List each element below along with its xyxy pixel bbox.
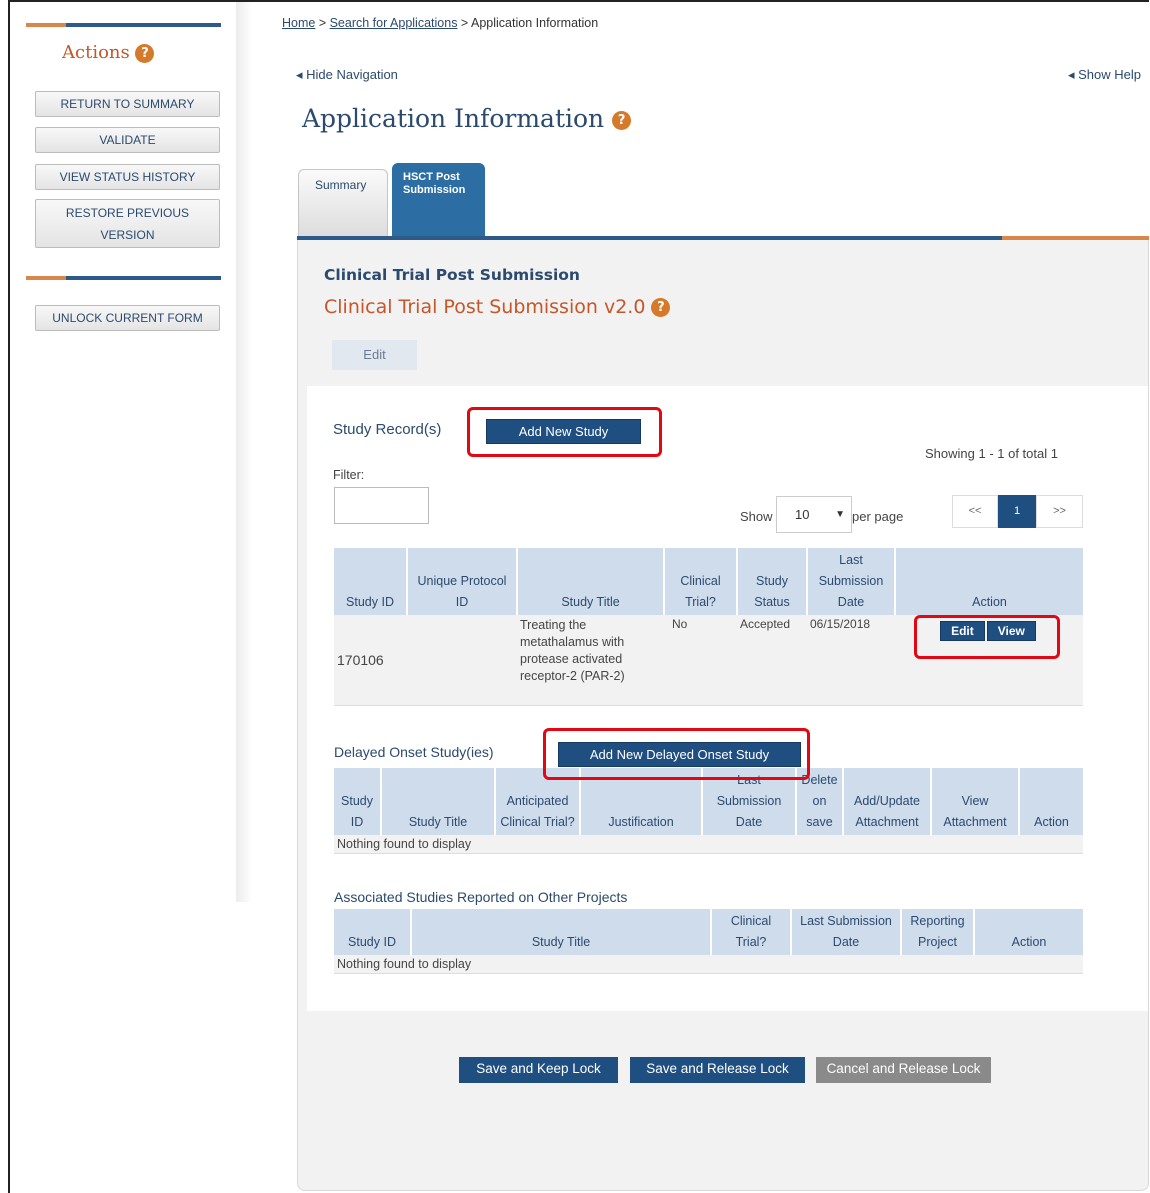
col-study-id: Study ID <box>334 768 381 835</box>
per-page-label: per page <box>852 509 904 524</box>
cell-study-status: Accepted <box>737 615 807 706</box>
form-version-text: Clinical Trial Post Submission v2.0 <box>324 296 646 318</box>
cell-protocol-id <box>407 615 517 706</box>
help-icon[interactable]: ? <box>135 43 155 63</box>
restore-previous-version-button[interactable]: RESTORE PREVIOUS VERSION <box>35 199 220 248</box>
view-status-history-button[interactable]: VIEW STATUS HISTORY <box>35 164 220 190</box>
col-last-submission: Last Submission Date <box>806 548 895 615</box>
cell-study-id: 170106 <box>334 615 407 706</box>
per-page-value: 10 <box>795 507 810 522</box>
save-and-release-lock-button[interactable]: Save and Release Lock <box>630 1057 805 1083</box>
col-action: Action <box>973 909 1083 955</box>
col-view-attachment: View Attachment <box>930 768 1019 835</box>
col-study-id: Study ID <box>334 548 407 615</box>
col-clinical-trial: Clinical Trial? <box>710 909 791 955</box>
col-study-title: Study Title <box>410 909 711 955</box>
study-records-label: Study Record(s) <box>333 421 442 438</box>
form-title: Clinical Trial Post Submission <box>324 266 580 284</box>
show-label: Show <box>740 509 773 524</box>
actions-heading: Actions ? <box>62 42 155 63</box>
page-title: Application Information ? <box>302 104 632 133</box>
tab-summary[interactable]: Summary <box>298 169 388 238</box>
chevron-down-icon: ▼ <box>835 509 845 520</box>
edit-form-button[interactable]: Edit <box>332 340 417 370</box>
tab-underline <box>297 236 1149 240</box>
restore-line-2: VERSION <box>100 228 155 242</box>
col-study-title: Study Title <box>516 548 664 615</box>
empty-row: Nothing found to display <box>334 955 1083 974</box>
table-header-row: Study ID Unique Protocol ID Study Title … <box>334 548 1083 615</box>
delayed-onset-label: Delayed Onset Study(ies) <box>334 744 494 760</box>
col-action: Action <box>1018 768 1083 835</box>
tab-hsct-line-1: HSCT Post <box>403 171 460 183</box>
associated-studies-table: Study ID Study Title Clinical Trial? Las… <box>334 909 1083 974</box>
restore-line-1: RESTORE PREVIOUS <box>65 206 190 220</box>
col-study-title: Study Title <box>380 768 495 835</box>
validate-button[interactable]: VALIDATE <box>35 127 220 153</box>
breadcrumb-sep: > <box>457 16 472 30</box>
col-reporting-project: Reporting Project <box>900 909 974 955</box>
empty-message: Nothing found to display <box>334 955 1083 974</box>
breadcrumb-search[interactable]: Search for Applications <box>330 16 458 30</box>
cell-study-title: Treating the metathalamus with protease … <box>517 615 664 706</box>
filter-input[interactable] <box>334 487 429 524</box>
pager-next[interactable]: >> <box>1036 495 1083 528</box>
breadcrumb-sep: > <box>315 16 330 30</box>
show-help-link[interactable]: ◂ Show Help <box>1068 67 1141 83</box>
col-protocol-id: Unique Protocol ID <box>406 548 517 615</box>
col-study-status: Study Status <box>736 548 807 615</box>
highlight-box <box>467 407 662 457</box>
associated-studies-label: Associated Studies Reported on Other Pro… <box>334 889 628 905</box>
help-icon[interactable]: ? <box>651 298 671 317</box>
page-title-text: Application Information <box>302 104 605 133</box>
tab-hsct-post-submission[interactable]: HSCT Post Submission <box>392 163 485 238</box>
save-and-keep-lock-button[interactable]: Save and Keep Lock <box>459 1057 618 1083</box>
sidebar-divider <box>26 23 221 27</box>
col-clinical-trial: Clinical Trial? <box>663 548 737 615</box>
table-header-row: Study ID Study Title Clinical Trial? Las… <box>334 909 1083 955</box>
showing-count: Showing 1 - 1 of total 1 <box>925 446 1058 461</box>
cancel-and-release-lock-button[interactable]: Cancel and Release Lock <box>816 1057 991 1083</box>
sidebar-divider-2 <box>26 276 221 280</box>
breadcrumb-current: Application Information <box>471 16 599 30</box>
delayed-onset-table: Study ID Study Title Anticipated Clinica… <box>334 768 1083 854</box>
highlight-box <box>543 728 810 780</box>
col-study-id: Study ID <box>334 909 411 955</box>
empty-row: Nothing found to display <box>334 835 1083 854</box>
filter-label: Filter: <box>333 468 365 482</box>
form-version-title: Clinical Trial Post Submission v2.0 ? <box>324 296 671 318</box>
unlock-current-form-button[interactable]: UNLOCK CURRENT FORM <box>35 305 220 331</box>
empty-message: Nothing found to display <box>334 835 1083 854</box>
pager-prev[interactable]: << <box>952 495 998 528</box>
help-icon[interactable]: ? <box>612 111 632 130</box>
col-last-submission: Last Submission Date <box>790 909 901 955</box>
cell-last-submission: 06/15/2018 <box>807 615 895 706</box>
col-action: Action <box>894 548 1083 615</box>
per-page-select[interactable]: 10 ▼ <box>776 496 852 533</box>
breadcrumb: Home > Search for Applications > Applica… <box>282 16 598 30</box>
tab-hsct-line-2: Submission <box>403 184 466 196</box>
hide-navigation-link[interactable]: ◂ Hide Navigation <box>296 67 398 83</box>
cell-clinical-trial: No <box>664 615 737 706</box>
actions-title: Actions <box>62 42 130 63</box>
breadcrumb-home[interactable]: Home <box>282 16 315 30</box>
col-add-update-attachment: Add/Update Attachment <box>842 768 931 835</box>
highlight-box <box>914 615 1060 659</box>
return-to-summary-button[interactable]: RETURN TO SUMMARY <box>35 91 220 117</box>
sidebar-edge <box>236 2 252 902</box>
pager-page-1[interactable]: 1 <box>998 495 1036 528</box>
